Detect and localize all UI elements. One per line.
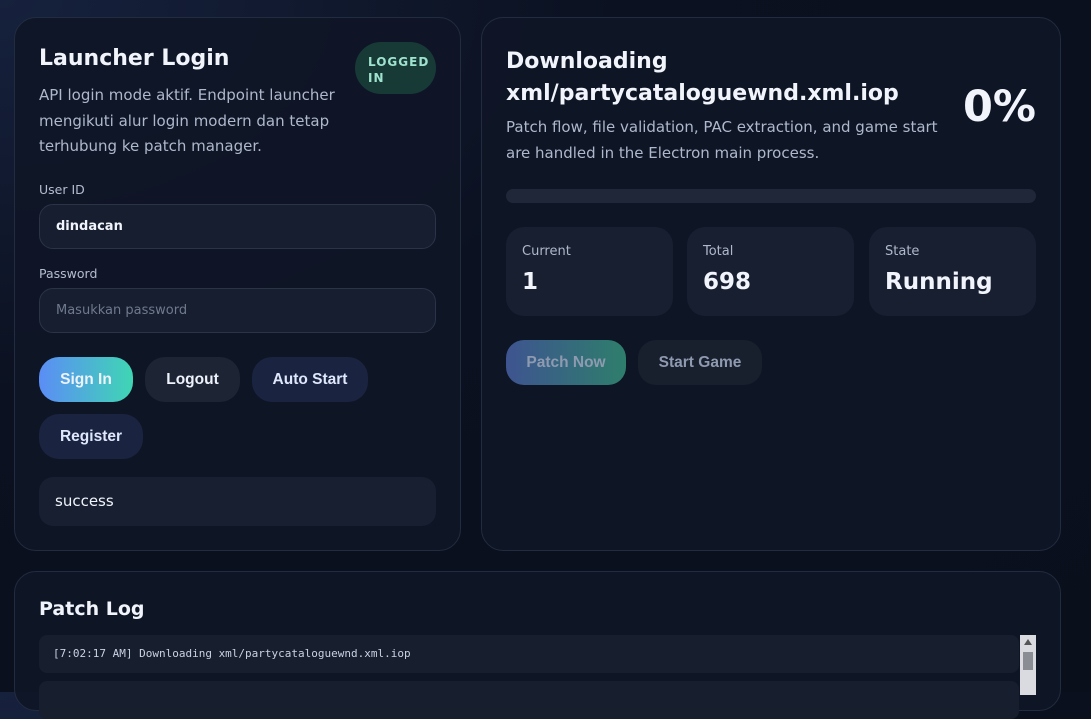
progress-percent: 0% — [962, 82, 1036, 132]
stat-current-value: 1 — [522, 269, 539, 295]
password-label: Password — [39, 266, 98, 281]
start-game-button[interactable]: Start Game — [638, 340, 762, 385]
stat-total-value: 698 — [703, 269, 752, 295]
logout-button[interactable]: Logout — [145, 357, 240, 402]
stat-total-label: Total — [703, 244, 734, 259]
log-entry: [7:02:17 AM] Downloading xml/partycatalo… — [39, 635, 1019, 673]
stat-total: Total 698 — [687, 227, 854, 316]
logged-in-badge: LOGGED IN — [355, 42, 436, 94]
auto-start-button[interactable]: Auto Start — [252, 357, 368, 402]
login-panel: Launcher Login LOGGED IN API login mode … — [14, 17, 461, 551]
patch-panel: Downloading xml/partycataloguewnd.xml.io… — [481, 17, 1061, 551]
userid-label: User ID — [39, 182, 85, 197]
stat-state-value: Running — [885, 269, 993, 295]
userid-input[interactable] — [39, 204, 436, 249]
login-title: Launcher Login — [39, 46, 230, 71]
stat-current: Current 1 — [506, 227, 673, 316]
patch-description: Patch flow, file validation, PAC extract… — [506, 118, 938, 162]
log-entry — [39, 681, 1019, 719]
scrollbar-thumb[interactable] — [1023, 652, 1033, 670]
stat-state-label: State — [885, 244, 920, 259]
stat-state: State Running — [869, 227, 1036, 316]
log-scrollbar[interactable] — [1020, 635, 1036, 695]
scroll-up-arrow-icon[interactable] — [1024, 639, 1032, 645]
register-button[interactable]: Register — [39, 414, 143, 459]
patch-now-button[interactable]: Patch Now — [506, 340, 626, 385]
stat-current-label: Current — [522, 244, 571, 259]
login-description: API login mode aktif. Endpoint launcher … — [39, 86, 335, 155]
patch-log-panel: Patch Log [7:02:17 AM] Downloading xml/p… — [14, 571, 1061, 719]
login-status-message: success — [39, 477, 436, 526]
download-title: Downloading xml/partycataloguewnd.xml.io… — [506, 49, 899, 106]
password-input[interactable] — [39, 288, 436, 333]
progress-bar — [506, 189, 1036, 203]
patch-log-title: Patch Log — [39, 598, 145, 620]
sign-in-button[interactable]: Sign In — [39, 357, 133, 402]
